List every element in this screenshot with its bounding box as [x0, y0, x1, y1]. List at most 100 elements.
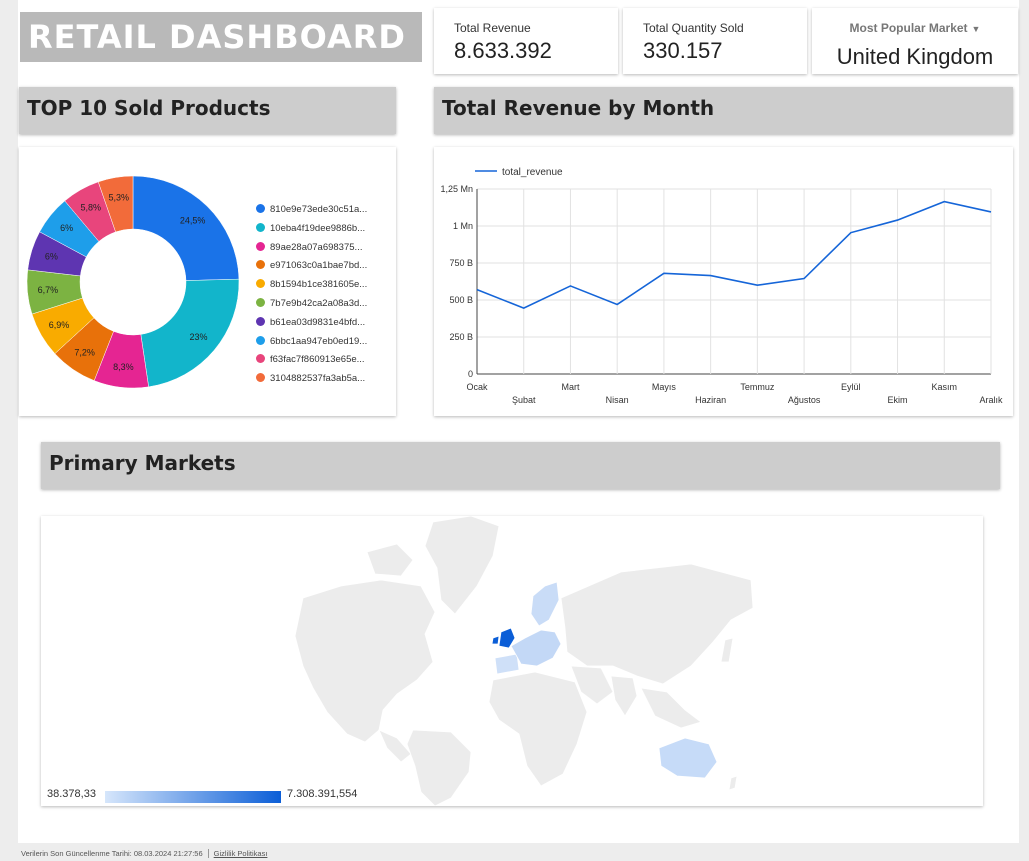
data-point[interactable] [568, 284, 572, 288]
data-point[interactable] [942, 200, 946, 204]
dropdown-value: United Kingdom [836, 44, 994, 69]
slice-value-label: 5,3% [109, 193, 130, 203]
x-tick-label: Ocak [466, 382, 488, 392]
most-popular-market-dropdown[interactable]: Most Popular Market ▼ United Kingdom [812, 8, 1018, 74]
footer-separator [207, 849, 209, 858]
dashboard-title: RETAIL DASHBOARD [28, 18, 406, 56]
legend-label: 810e9e73ede30c51a... [270, 204, 368, 215]
y-tick-label: 750 B [449, 258, 473, 268]
legend-color-dot [256, 241, 265, 251]
x-tick-label: Şubat [512, 395, 536, 405]
y-tick-label: 1,25 Mn [440, 184, 473, 194]
map-color-scale [105, 791, 281, 803]
legend-label: 10eba4f19dee9886b... [270, 222, 366, 234]
legend-color-dot [256, 279, 265, 289]
x-tick-label: Temmuz [740, 382, 775, 392]
legend-item[interactable]: f63fac7f860913e65e... [256, 354, 365, 365]
legend-color-dot [256, 316, 265, 326]
data-point[interactable] [849, 231, 853, 235]
data-point[interactable] [522, 306, 526, 310]
x-tick-label: Mart [561, 382, 579, 392]
y-tick-label: 1 Mn [453, 221, 473, 231]
privacy-policy-link[interactable]: Gizlilik Politikası [214, 849, 268, 858]
legend-item[interactable]: e971063c0a1bae7bd... [256, 260, 367, 271]
slice-value-label: 24,5% [180, 216, 206, 226]
x-tick-label: Eylül [841, 382, 861, 392]
data-point[interactable] [475, 288, 479, 292]
legend-color-dot [256, 222, 265, 232]
data-point[interactable] [989, 210, 993, 214]
legend-label: 89ae28a07a698375... [270, 241, 363, 253]
world-map[interactable] [41, 515, 983, 807]
line-chart-card: 0 250 B 500 B 750 B 1 Mn 1,25 Mn Ocak Şubat Mart… [434, 147, 1013, 416]
legend-label: e971063c0a1bae7bd... [270, 260, 368, 272]
slice-value-label: 6,7% [38, 285, 59, 295]
section-header-revenue-by-month: Total Revenue by Month [434, 87, 1013, 134]
legend-color-dot [256, 335, 265, 345]
legend-item[interactable]: 6bbc1aa947eb0ed19... [256, 335, 368, 347]
footer: Verilerin Son Güncellenme Tarihi: 08.03.… [21, 849, 267, 858]
data-point[interactable] [615, 302, 619, 306]
world-map-card: 38.378,33 7.308.391,554 [41, 515, 983, 807]
legend-label: 6bbc1aa947eb0ed19... [270, 335, 368, 347]
legend-color-dot [256, 373, 265, 383]
legend-label: 7b7e9b42ca2a08a3d... [270, 298, 368, 309]
caret-down-icon: ▼ [971, 24, 981, 34]
legend-item[interactable]: 10eba4f19dee9886b... [256, 222, 366, 234]
slice-value-label: 6% [45, 251, 58, 261]
legend-label: 8b1594b1ce381605e... [270, 279, 368, 291]
legend-color-dot [256, 298, 265, 307]
legend-color-dot [256, 354, 265, 364]
x-tick-label: Haziran [695, 395, 726, 405]
legend-label: f63fac7f860913e65e... [270, 354, 365, 366]
data-point[interactable] [755, 283, 759, 287]
legend-item[interactable]: 3104882537fa3ab5a... [256, 373, 365, 384]
section-header-primary-markets: Primary Markets [41, 442, 1000, 489]
donut-chart-card: 24,5% 23% 8,3% 7,2% 6,9% 6,7% 6% 6% 5,8% 5,3% 810… [19, 147, 396, 416]
legend-item[interactable]: b61ea03d9831e4bfd... [256, 316, 365, 328]
line-chart: 0 250 B 500 B 750 B 1 Mn 1,25 Mn Ocak Şubat Mart… [440, 167, 1003, 405]
slice-value-label: 23% [189, 332, 207, 342]
legend-color-dot [256, 260, 265, 270]
slice-value-label: 5,8% [80, 203, 101, 213]
legend-item[interactable]: 89ae28a07a698375... [256, 241, 363, 253]
map-scale-max: 7.308.391,554 [287, 788, 358, 800]
x-tick-label: Mayıs [652, 382, 677, 392]
kpi-label: Total Quantity Sold [643, 21, 744, 35]
series-line[interactable] [476, 200, 992, 310]
section-header-top-products: TOP 10 Sold Products [19, 87, 396, 134]
legend-item[interactable]: 8b1594b1ce381605e... [256, 279, 367, 290]
kpi-value: 8.633.392 [454, 38, 552, 63]
data-point[interactable] [896, 218, 900, 222]
data-point[interactable] [662, 271, 666, 275]
y-tick-label: 0 [468, 369, 473, 379]
y-tick-label: 500 B [449, 295, 473, 305]
slice-value-label: 8,3% [113, 362, 134, 372]
section-title: Primary Markets [49, 451, 236, 475]
x-tick-label: Ağustos [788, 395, 821, 405]
x-tick-label: Ekim [888, 395, 908, 405]
kpi-value: 330.157 [643, 38, 723, 63]
donut-slice[interactable] [132, 175, 240, 281]
x-tick-label: Kasım [932, 382, 958, 392]
slice-value-label: 6% [60, 223, 73, 233]
dashboard-title-banner: RETAIL DASHBOARD [20, 12, 422, 62]
data-point[interactable] [709, 274, 713, 278]
section-title: Total Revenue by Month [442, 96, 715, 120]
map-region [494, 653, 520, 675]
last-updated-text: Verilerin Son Güncellenme Tarihi: 08.03.… [21, 849, 203, 858]
legend-item[interactable]: 7b7e9b42ca2a08a3d... [256, 298, 367, 309]
section-title: TOP 10 Sold Products [27, 96, 271, 120]
data-point[interactable] [802, 277, 806, 281]
slice-value-label: 6,9% [49, 320, 70, 330]
legend-color-dot [256, 204, 265, 213]
legend-label: total_revenue [502, 167, 563, 178]
slice-value-label: 7,2% [74, 347, 95, 357]
x-tick-label: Nisan [606, 395, 629, 405]
kpi-label: Total Revenue [454, 21, 531, 35]
legend-label: 3104882537fa3ab5a... [270, 373, 366, 385]
y-tick-label: 250 B [449, 332, 473, 342]
dropdown-label: Most Popular Market ▼ [849, 21, 981, 35]
legend-item[interactable]: 810e9e73ede30c51a... [256, 204, 367, 215]
kpi-total-revenue: Total Revenue 8.633.392 [434, 8, 618, 74]
